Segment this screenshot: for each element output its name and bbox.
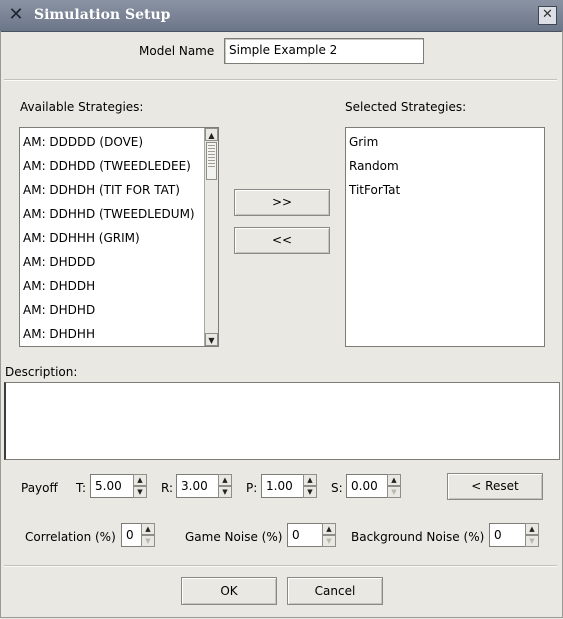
reset-button[interactable]: < Reset bbox=[447, 473, 543, 500]
scroll-down-icon[interactable]: ▼ bbox=[205, 333, 218, 346]
game-noise-input[interactable]: 0 bbox=[287, 523, 323, 547]
cancel-button[interactable]: Cancel bbox=[287, 577, 383, 605]
payoff-p-spinner[interactable]: 1.00 ▲ ▼ bbox=[261, 474, 317, 498]
scroll-thumb[interactable] bbox=[206, 142, 217, 180]
spin-up-icon[interactable]: ▲ bbox=[133, 474, 147, 486]
spin-up-icon[interactable]: ▲ bbox=[218, 474, 232, 486]
payoff-p-label: P: bbox=[246, 481, 258, 495]
spin-down-icon[interactable]: ▼ bbox=[218, 486, 232, 498]
list-item[interactable]: TitForTat bbox=[346, 178, 544, 202]
payoff-s-spinner[interactable]: 0.00 ▲ ▼ bbox=[346, 474, 401, 498]
title-bar[interactable]: ✕ Simulation Setup ✕ bbox=[0, 0, 563, 32]
payoff-label: Payoff bbox=[21, 481, 58, 495]
spin-down-icon[interactable]: ▼ bbox=[141, 535, 155, 547]
spin-down-icon[interactable]: ▼ bbox=[525, 535, 539, 547]
list-item[interactable]: AM: DDHHH (GRIM) bbox=[20, 226, 204, 250]
list-item[interactable]: AM: DHDDD bbox=[20, 250, 204, 274]
background-noise-input[interactable]: 0 bbox=[489, 523, 526, 547]
spin-down-icon[interactable]: ▼ bbox=[387, 486, 401, 498]
separator bbox=[4, 565, 557, 567]
list-item[interactable]: Grim bbox=[346, 130, 544, 154]
spin-down-icon[interactable]: ▼ bbox=[303, 486, 317, 498]
available-strategies-list[interactable]: AM: DDDDD (DOVE) AM: DDHDD (TWEEDLEDEE) … bbox=[19, 127, 219, 347]
model-name-label: Model Name bbox=[139, 44, 215, 58]
payoff-p-input[interactable]: 1.00 bbox=[261, 474, 304, 498]
spin-up-icon[interactable]: ▲ bbox=[303, 474, 317, 486]
payoff-t-spinner[interactable]: 5.00 ▲ ▼ bbox=[90, 474, 147, 498]
payoff-r-label: R: bbox=[161, 481, 174, 495]
description-textarea[interactable] bbox=[4, 382, 560, 460]
payoff-t-label: T: bbox=[76, 481, 87, 495]
list-item[interactable]: AM: DDHDH (TIT FOR TAT) bbox=[20, 178, 204, 202]
payoff-r-spinner[interactable]: 3.00 ▲ ▼ bbox=[176, 474, 232, 498]
model-name-input[interactable]: Simple Example 2 bbox=[224, 38, 424, 64]
list-item[interactable]: AM: DHDHD bbox=[20, 298, 204, 322]
background-noise-label: Background Noise (%) bbox=[351, 530, 485, 544]
game-noise-label: Game Noise (%) bbox=[185, 530, 283, 544]
list-item[interactable]: AM: DHDHH bbox=[20, 322, 204, 346]
available-list-scrollbar[interactable]: ▲ ▼ bbox=[204, 128, 218, 346]
spin-up-icon[interactable]: ▲ bbox=[141, 523, 155, 535]
payoff-r-input[interactable]: 3.00 bbox=[176, 474, 219, 498]
list-item[interactable]: AM: DDHDD (TWEEDLEDEE) bbox=[20, 154, 204, 178]
correlation-spinner[interactable]: 0 ▲ ▼ bbox=[121, 523, 155, 547]
close-button[interactable]: ✕ bbox=[538, 6, 557, 25]
scroll-up-icon[interactable]: ▲ bbox=[205, 128, 218, 141]
list-item[interactable]: Random bbox=[346, 154, 544, 178]
window-title: Simulation Setup bbox=[34, 7, 171, 23]
description-label: Description: bbox=[5, 365, 78, 379]
spin-down-icon[interactable]: ▼ bbox=[133, 486, 147, 498]
spin-up-icon[interactable]: ▲ bbox=[525, 523, 539, 535]
background-noise-spinner[interactable]: 0 ▲ ▼ bbox=[489, 523, 539, 547]
list-item[interactable]: AM: DHDDH bbox=[20, 274, 204, 298]
correlation-label: Correlation (%) bbox=[25, 530, 116, 544]
selected-strategies-label: Selected Strategies: bbox=[345, 100, 467, 114]
separator bbox=[4, 79, 557, 81]
spin-down-icon[interactable]: ▼ bbox=[322, 535, 336, 547]
spin-up-icon[interactable]: ▲ bbox=[387, 474, 401, 486]
ok-button[interactable]: OK bbox=[181, 577, 277, 605]
payoff-s-label: S: bbox=[331, 481, 343, 495]
list-item[interactable]: AM: DDHHD (TWEEDLEDUM) bbox=[20, 202, 204, 226]
game-noise-spinner[interactable]: 0 ▲ ▼ bbox=[287, 523, 336, 547]
app-x-icon: ✕ bbox=[8, 4, 24, 25]
spin-up-icon[interactable]: ▲ bbox=[322, 523, 336, 535]
payoff-t-input[interactable]: 5.00 bbox=[90, 474, 134, 498]
selected-strategies-list[interactable]: Grim Random TitForTat bbox=[345, 127, 545, 347]
available-strategies-label: Available Strategies: bbox=[20, 100, 144, 114]
remove-strategy-button[interactable]: << bbox=[234, 227, 330, 254]
payoff-s-input[interactable]: 0.00 bbox=[346, 474, 388, 498]
add-strategy-button[interactable]: >> bbox=[234, 189, 330, 216]
list-item[interactable]: AM: DDDDD (DOVE) bbox=[20, 130, 204, 154]
correlation-input[interactable]: 0 bbox=[121, 523, 142, 547]
